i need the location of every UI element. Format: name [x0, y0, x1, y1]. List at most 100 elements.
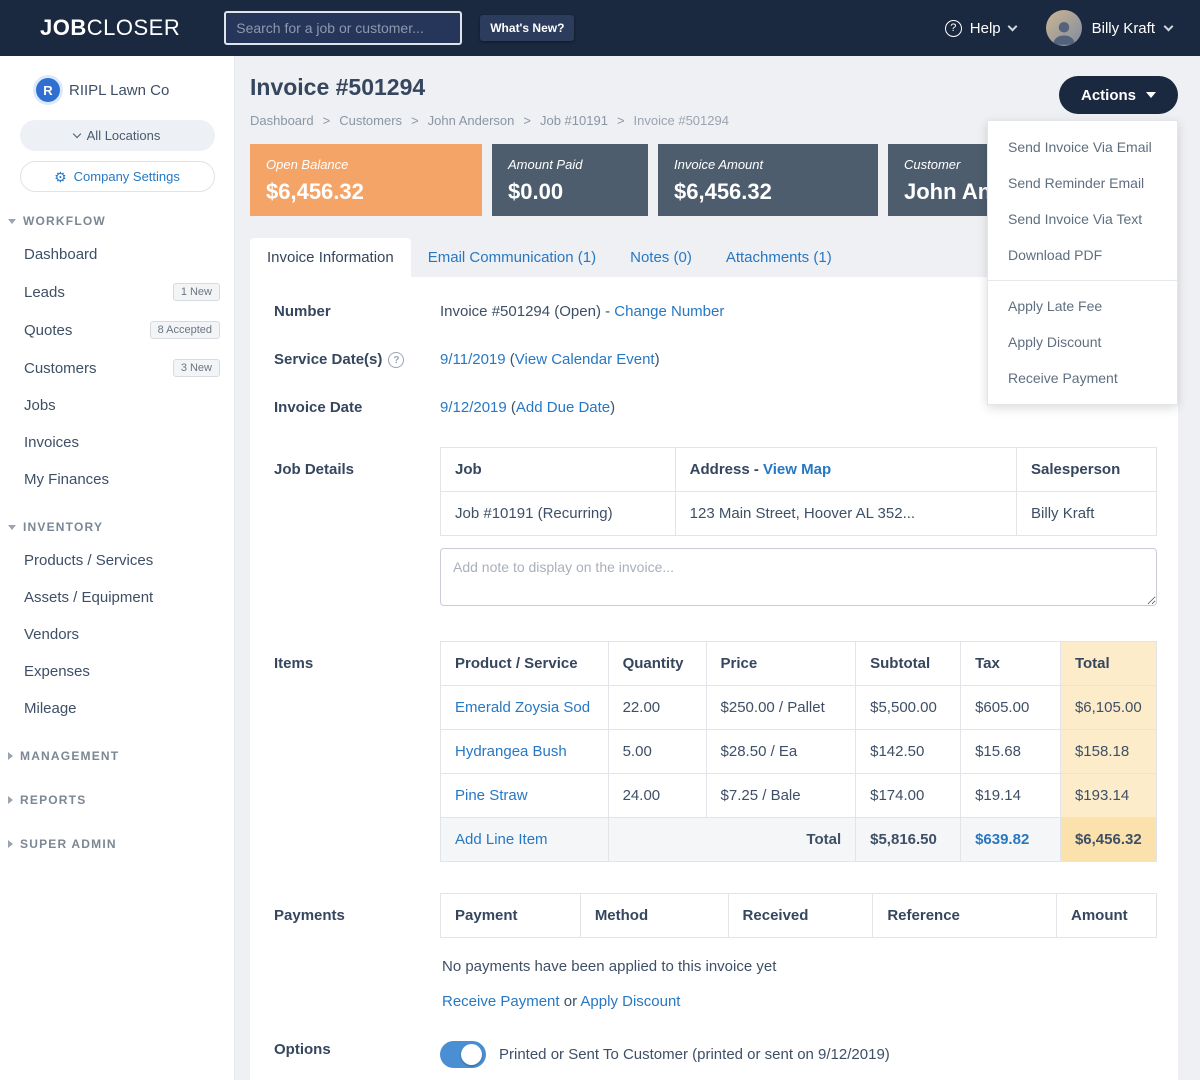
breadcrumb-dashboard[interactable]: Dashboard [250, 113, 314, 128]
sidebar-item-label: Dashboard [24, 246, 97, 263]
item-name-link[interactable]: Pine Straw [455, 787, 528, 804]
chevron-down-icon [72, 130, 80, 138]
actions-label: Actions [1081, 87, 1136, 104]
menu-item-receive-payment[interactable]: Receive Payment [988, 360, 1177, 396]
sidebar-item-label: Quotes [24, 322, 72, 339]
items-table: Product / Service Quantity Price Subtota… [440, 641, 1157, 862]
item-tax: $19.14 [961, 774, 1061, 818]
view-calendar-event-link[interactable]: View Calendar Event [515, 351, 655, 368]
receive-payment-link[interactable]: Receive Payment [442, 993, 560, 1010]
items-label: Items [274, 641, 440, 862]
item-quantity: 22.00 [608, 686, 706, 730]
section-workflow[interactable]: WORKFLOW [0, 192, 234, 236]
breadcrumb-customer[interactable]: John Anderson [428, 113, 515, 128]
help-circle-icon[interactable]: ? [388, 352, 404, 368]
apply-discount-link[interactable]: Apply Discount [580, 993, 680, 1010]
sidebar-item-products-services[interactable]: Products / Services [0, 542, 234, 579]
menu-item-apply-discount[interactable]: Apply Discount [988, 324, 1177, 360]
sidebar-item-label: Leads [24, 284, 65, 301]
section-management[interactable]: MANAGEMENT [0, 727, 234, 771]
item-name-link[interactable]: Hydrangea Bush [455, 743, 567, 760]
sidebar-item-dashboard[interactable]: Dashboard [0, 236, 234, 273]
whats-new-button[interactable]: What's New? [480, 15, 574, 41]
sidebar-item-invoices[interactable]: Invoices [0, 424, 234, 461]
field-items: Items Product / Service Quantity Price S… [274, 641, 1157, 862]
change-number-link[interactable]: Change Number [614, 303, 724, 320]
payments-empty-message: No payments have been applied to this in… [440, 938, 1157, 979]
printed-sent-toggle[interactable] [440, 1041, 486, 1068]
leads-badge: 1 New [173, 283, 220, 301]
payments-header-row: Payment Method Received Reference Amount [441, 894, 1157, 938]
logo-light: CLOSER [87, 15, 180, 40]
sidebar-item-assets-equipment[interactable]: Assets / Equipment [0, 579, 234, 616]
locations-dropdown[interactable]: All Locations [20, 120, 215, 151]
sidebar-item-jobs[interactable]: Jobs [0, 387, 234, 424]
item-tax: $15.68 [961, 730, 1061, 774]
sidebar-item-label: My Finances [24, 471, 109, 488]
items-col-product: Product / Service [441, 642, 609, 686]
sidebar-item-customers[interactable]: Customers 3 New [0, 349, 234, 387]
toggle-knob [461, 1044, 482, 1065]
sidebar-item-my-finances[interactable]: My Finances [0, 461, 234, 498]
chevron-down-icon [1007, 21, 1017, 31]
tab-attachments[interactable]: Attachments (1) [709, 238, 849, 277]
add-line-item-link[interactable]: Add Line Item [455, 831, 548, 848]
menu-item-apply-late-fee[interactable]: Apply Late Fee [988, 288, 1177, 324]
menu-item-send-reminder-email[interactable]: Send Reminder Email [988, 165, 1177, 201]
job-details-table: Job Address - View Map Salesperson Job #… [440, 447, 1157, 536]
tab-notes[interactable]: Notes (0) [613, 238, 709, 277]
job-cell: Job #10191 (Recurring) [441, 492, 676, 536]
sidebar-item-mileage[interactable]: Mileage [0, 690, 234, 727]
section-inventory[interactable]: INVENTORY [0, 498, 234, 542]
menu-item-send-invoice-email[interactable]: Send Invoice Via Email [988, 129, 1177, 165]
items-footer-row: Add Line Item Total $5,816.50 $639.82 $6… [441, 818, 1157, 862]
sidebar-item-vendors[interactable]: Vendors [0, 616, 234, 653]
address-cell: 123 Main Street, Hoover AL 352... [675, 492, 1016, 536]
breadcrumb-customers[interactable]: Customers [339, 113, 402, 128]
settings-label: Company Settings [74, 169, 180, 184]
items-total-subtotal: $5,816.50 [856, 818, 961, 862]
item-price: $28.50 / Ea [706, 730, 856, 774]
item-total: $193.14 [1060, 774, 1156, 818]
actions-button[interactable]: Actions [1059, 76, 1178, 114]
items-total-tax-link[interactable]: $639.82 [975, 831, 1029, 848]
tab-invoice-information[interactable]: Invoice Information [250, 238, 411, 277]
menu-item-download-pdf[interactable]: Download PDF [988, 237, 1177, 273]
payments-col-amount: Amount [1057, 894, 1157, 938]
sidebar-item-leads[interactable]: Leads 1 New [0, 273, 234, 311]
sidebar-item-expenses[interactable]: Expenses [0, 653, 234, 690]
tab-email-communication[interactable]: Email Communication (1) [411, 238, 613, 277]
caret-down-icon [8, 219, 16, 224]
add-due-date-link[interactable]: Add Due Date [516, 399, 610, 416]
invoice-note-textarea[interactable] [440, 548, 1157, 606]
company-settings-button[interactable]: ⚙ Company Settings [20, 161, 215, 192]
breadcrumb-separator: > [411, 113, 419, 128]
view-map-link[interactable]: View Map [763, 461, 831, 478]
help-menu[interactable]: ? Help [945, 20, 1016, 37]
section-super-admin[interactable]: SUPER ADMIN [0, 815, 234, 859]
stat-amount-paid: Amount Paid $0.00 [492, 144, 648, 216]
section-label: INVENTORY [23, 520, 103, 534]
item-subtotal: $174.00 [856, 774, 961, 818]
items-total-label: Total [608, 818, 856, 862]
topbar-right: ? Help Billy Kraft [945, 10, 1172, 46]
stat-value: $6,456.32 [266, 179, 466, 205]
item-quantity: 24.00 [608, 774, 706, 818]
salesperson-cell: Billy Kraft [1017, 492, 1157, 536]
sidebar-item-quotes[interactable]: Quotes 8 Accepted [0, 311, 234, 349]
service-date-link[interactable]: 9/11/2019 [440, 351, 506, 368]
global-search-input[interactable] [224, 11, 462, 45]
item-name-link[interactable]: Emerald Zoysia Sod [455, 699, 590, 716]
user-menu[interactable]: Billy Kraft [1046, 10, 1172, 46]
section-label: MANAGEMENT [20, 749, 119, 763]
invoice-date-link[interactable]: 9/12/2019 [440, 399, 507, 416]
item-price: $250.00 / Pallet [706, 686, 856, 730]
user-name: Billy Kraft [1092, 20, 1155, 37]
menu-item-send-invoice-text[interactable]: Send Invoice Via Text [988, 201, 1177, 237]
chevron-down-icon [1164, 21, 1174, 31]
section-reports[interactable]: REPORTS [0, 771, 234, 815]
breadcrumb-separator: > [617, 113, 625, 128]
breadcrumb-job[interactable]: Job #10191 [540, 113, 608, 128]
sidebar-item-label: Mileage [24, 700, 77, 717]
company-logo: R [36, 78, 60, 102]
